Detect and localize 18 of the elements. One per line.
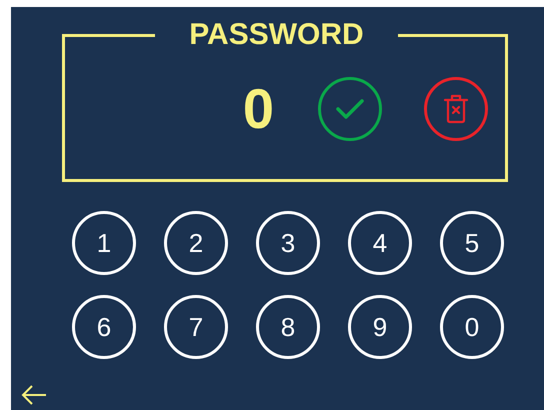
number-key[interactable]: 2 [164,211,228,275]
confirm-button[interactable] [318,77,382,141]
password-title: PASSWORD [188,20,365,50]
number-key[interactable]: 4 [348,211,412,275]
check-icon [336,99,364,119]
back-button[interactable] [21,385,47,405]
number-key[interactable]: 6 [72,295,136,359]
number-key[interactable]: 8 [256,295,320,359]
back-arrow-icon [21,385,47,405]
number-key[interactable]: 0 [440,295,504,359]
number-key[interactable]: 3 [256,211,320,275]
number-key[interactable]: 5 [440,211,504,275]
number-key[interactable]: 1 [72,211,136,275]
number-key[interactable]: 9 [348,295,412,359]
delete-button[interactable] [424,77,488,141]
number-key[interactable]: 7 [164,295,228,359]
password-display: 0 [242,79,274,139]
trash-icon [443,94,469,124]
